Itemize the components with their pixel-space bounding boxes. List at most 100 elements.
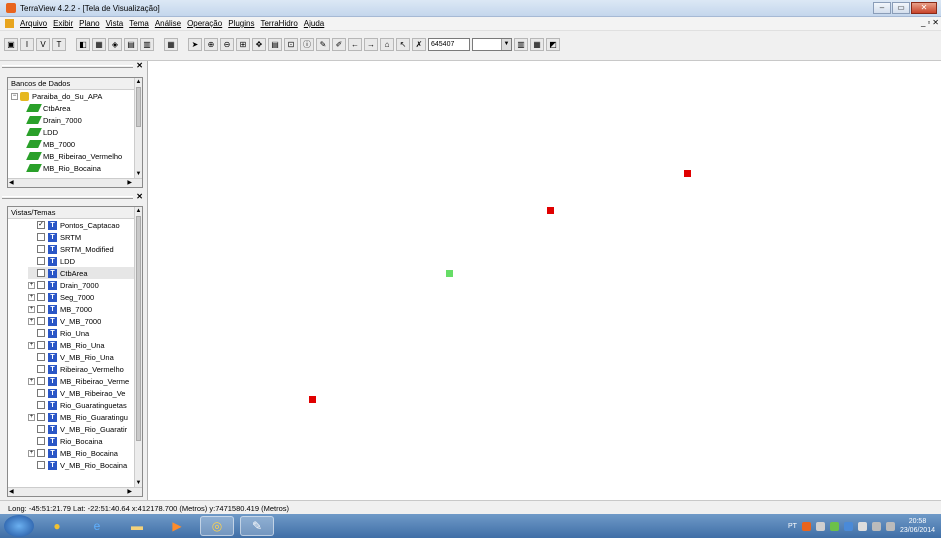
menu-terrahidro[interactable]: TerraHidro <box>257 19 300 28</box>
legend-icon[interactable]: ◈ <box>108 38 122 51</box>
edit-icon[interactable]: ✎ <box>316 38 330 51</box>
theme-checkbox[interactable] <box>37 257 45 265</box>
databases-hscroll[interactable]: ◀ ▶ <box>8 178 142 187</box>
zoom-area-icon[interactable]: ⊞ <box>236 38 250 51</box>
bars-icon[interactable]: ▥ <box>514 38 528 51</box>
menu-exibir[interactable]: Exibir <box>50 19 76 28</box>
erase-icon[interactable]: ✐ <box>332 38 346 51</box>
chart-icon[interactable]: ▥ <box>140 38 154 51</box>
theme-item[interactable]: T V_MB_Ribeirao_Ve <box>28 387 142 399</box>
terraview-task-icon[interactable]: ◎ <box>200 516 234 536</box>
expand-icon[interactable]: + <box>28 449 35 457</box>
menu-plugins[interactable]: Plugins <box>225 19 257 28</box>
zoom-out-icon[interactable]: ⊖ <box>220 38 234 51</box>
volume-icon[interactable] <box>885 521 895 531</box>
expand-icon[interactable]: + <box>28 305 35 313</box>
clock[interactable]: 20:58 23/06/2014 <box>900 517 935 535</box>
theme-item[interactable]: ✓ T Pontos_Captacao <box>28 219 142 231</box>
theme-checkbox[interactable] <box>37 329 45 337</box>
theme-item[interactable]: + T MB_Rio_Bocaina <box>28 447 142 459</box>
pointer-icon[interactable]: ➤ <box>188 38 202 51</box>
layer-item[interactable]: MB_Ribeirao_Vermelho <box>11 150 142 162</box>
dock-grip[interactable] <box>2 196 133 199</box>
theme-checkbox[interactable] <box>37 233 45 241</box>
cursor-icon[interactable]: ↖ <box>396 38 410 51</box>
theme-item[interactable]: T Ribeirao_Vermelho <box>28 363 142 375</box>
scroll-up-icon[interactable]: ▲ <box>135 207 142 215</box>
theme-checkbox[interactable] <box>37 293 45 301</box>
distance-icon[interactable]: ⊡ <box>284 38 298 51</box>
theme-item[interactable]: T V_MB_Rio_Guaratir <box>28 423 142 435</box>
expand-icon[interactable]: + <box>28 281 35 289</box>
theme-item[interactable]: + T V_MB_7000 <box>28 315 142 327</box>
tray-app-icon[interactable] <box>801 521 811 531</box>
theme-checkbox[interactable] <box>37 245 45 253</box>
close-icon[interactable]: ✕ <box>136 61 143 70</box>
draw-icon[interactable]: ◧ <box>76 38 90 51</box>
menu-operacao[interactable]: Operação <box>184 19 225 28</box>
menu-vista[interactable]: Vista <box>103 19 127 28</box>
ie-icon[interactable]: e <box>80 516 114 536</box>
scroll-down-icon[interactable]: ▼ <box>135 479 142 487</box>
theme-checkbox[interactable] <box>37 281 45 289</box>
menu-arquivo[interactable]: Arquivo <box>17 19 50 28</box>
map-point[interactable] <box>547 207 554 214</box>
theme-checkbox[interactable] <box>37 413 45 421</box>
chrome-icon[interactable]: ● <box>40 516 74 536</box>
theme-checkbox[interactable] <box>37 317 45 325</box>
theme-item[interactable]: T V_MB_Rio_Una <box>28 351 142 363</box>
theme-item[interactable]: T Rio_Bocaina <box>28 435 142 447</box>
map-point[interactable] <box>684 170 691 177</box>
minimize-button[interactable]: – <box>873 2 891 14</box>
mdi-close-button[interactable]: ✕ <box>932 18 939 27</box>
import-icon[interactable]: I <box>20 38 34 51</box>
themes-vscroll[interactable]: ▲ ▼ <box>134 207 142 496</box>
grid-icon[interactable]: ▦ <box>92 38 106 51</box>
theme-item[interactable]: T SRTM_Modified <box>28 243 142 255</box>
theme-item[interactable]: T CtbArea <box>28 267 142 279</box>
theme-item[interactable]: T LDD <box>28 255 142 267</box>
close-button[interactable]: ✕ <box>911 2 937 14</box>
theme-checkbox[interactable] <box>37 269 45 277</box>
map-point[interactable] <box>446 270 453 277</box>
scroll-left-icon[interactable]: ◀ <box>9 488 14 495</box>
collapse-icon[interactable]: − <box>11 92 18 100</box>
theme-item[interactable]: + T Seg_7000 <box>28 291 142 303</box>
dock-grip[interactable] <box>2 65 133 68</box>
expand-icon[interactable]: + <box>28 413 35 421</box>
expand-icon[interactable]: + <box>28 293 35 301</box>
layout-icon[interactable]: ▤ <box>124 38 138 51</box>
scroll-up-icon[interactable]: ▲ <box>135 78 142 86</box>
scroll-down-icon[interactable]: ▼ <box>135 170 142 178</box>
theme-checkbox[interactable] <box>37 305 45 313</box>
theme-item[interactable]: + T MB_7000 <box>28 303 142 315</box>
mdi-restore-button[interactable]: ▫ <box>927 18 930 27</box>
query-icon[interactable]: ⓘ <box>300 38 314 51</box>
theme-checkbox[interactable] <box>37 365 45 373</box>
pan-icon[interactable]: ✥ <box>252 38 266 51</box>
layer-item[interactable]: MB_7000 <box>11 138 142 150</box>
view-icon[interactable]: V <box>36 38 50 51</box>
expand-icon[interactable]: + <box>28 317 35 325</box>
media-player-icon[interactable]: ▶ <box>160 516 194 536</box>
info-icon[interactable]: ▤ <box>268 38 282 51</box>
scale-input[interactable]: 645407 <box>428 38 470 51</box>
cancel-icon[interactable]: ✗ <box>412 38 426 51</box>
scroll-right-icon[interactable]: ▶ <box>127 488 132 495</box>
language-indicator[interactable]: PT <box>788 523 797 530</box>
table-icon[interactable]: ▦ <box>164 38 178 51</box>
theme-item[interactable]: + T MB_Rio_Guaratingu <box>28 411 142 423</box>
theme-checkbox[interactable]: ✓ <box>37 221 45 229</box>
layer-item[interactable]: LDD <box>11 126 142 138</box>
tray-app-icon[interactable] <box>829 521 839 531</box>
theme-checkbox[interactable] <box>37 341 45 349</box>
scale-select[interactable]: ▼ <box>472 38 512 51</box>
menu-ajuda[interactable]: Ajuda <box>301 19 327 28</box>
close-icon[interactable]: ✕ <box>136 192 143 201</box>
theme-item[interactable]: + T MB_Rio_Una <box>28 339 142 351</box>
theme-item[interactable]: T SRTM <box>28 231 142 243</box>
menu-plano[interactable]: Plano <box>76 19 102 28</box>
theme-checkbox[interactable] <box>37 425 45 433</box>
flag-icon[interactable] <box>857 521 867 531</box>
forward-icon[interactable]: → <box>364 38 378 51</box>
